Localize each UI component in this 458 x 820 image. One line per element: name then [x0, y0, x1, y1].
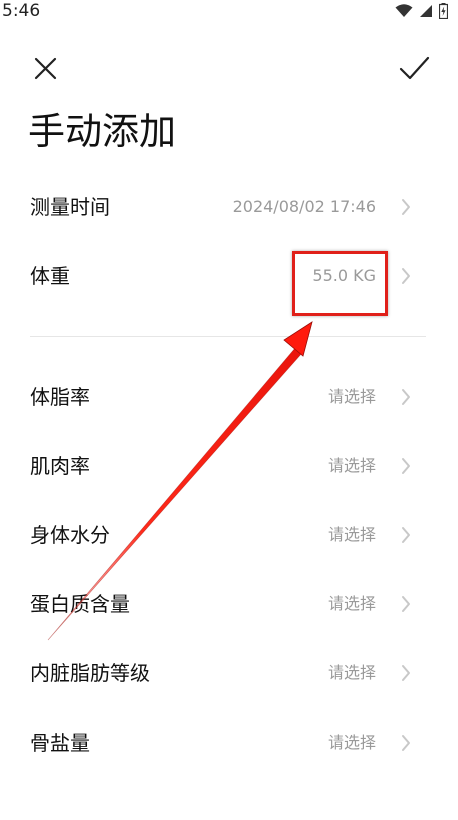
battery-charging-icon — [439, 3, 448, 19]
row-label: 测量时间 — [30, 195, 110, 219]
close-icon — [34, 57, 57, 80]
row-value: 请选择 — [327, 733, 376, 752]
row-label: 内脏脂肪等级 — [30, 661, 150, 685]
chevron-right-icon — [402, 665, 410, 681]
row-label: 体重 — [30, 264, 70, 288]
chevron-right-icon — [402, 458, 410, 474]
row-bone-mineral[interactable]: 骨盐量 请选择 — [0, 721, 458, 765]
row-value: 请选择 — [327, 456, 376, 475]
row-protein[interactable]: 蛋白质含量 请选择 — [0, 582, 458, 626]
chevron-right-icon — [402, 735, 410, 751]
chevron-right-icon — [402, 389, 410, 405]
row-body-water[interactable]: 身体水分 请选择 — [0, 513, 458, 557]
chevron-right-icon — [402, 527, 410, 543]
row-value: 请选择 — [327, 387, 376, 406]
row-muscle-rate[interactable]: 肌肉率 请选择 — [0, 444, 458, 488]
signal-icon — [420, 5, 432, 17]
chevron-right-icon — [402, 596, 410, 612]
row-value: 请选择 — [327, 525, 376, 544]
chevron-right-icon — [402, 268, 410, 284]
row-measure-time[interactable]: 测量时间 2024/08/02 17:46 — [0, 185, 458, 229]
check-icon — [399, 56, 430, 80]
row-value: 请选择 — [327, 594, 376, 613]
page-title: 手动添加 — [28, 110, 176, 153]
row-label: 体脂率 — [30, 385, 90, 409]
row-label: 骨盐量 — [30, 731, 90, 755]
row-value: 2024/08/02 17:46 — [232, 197, 376, 216]
row-weight[interactable]: 体重 55.0 KG — [0, 254, 458, 298]
chevron-right-icon — [402, 199, 410, 215]
confirm-button[interactable] — [392, 46, 436, 90]
status-bar: 5:46 — [0, 0, 458, 24]
row-visceral-fat[interactable]: 内脏脂肪等级 请选择 — [0, 651, 458, 695]
row-label: 蛋白质含量 — [30, 592, 130, 616]
section-divider — [30, 336, 426, 337]
toolbar — [0, 40, 458, 88]
wifi-icon — [395, 4, 413, 17]
row-value: 55.0 KG — [312, 266, 376, 285]
close-button[interactable] — [24, 46, 68, 90]
row-body-fat[interactable]: 体脂率 请选择 — [0, 375, 458, 419]
row-value: 请选择 — [327, 663, 376, 682]
status-time: 5:46 — [2, 1, 41, 21]
row-label: 身体水分 — [30, 523, 110, 547]
status-icons — [395, 3, 448, 19]
row-label: 肌肉率 — [30, 454, 90, 478]
